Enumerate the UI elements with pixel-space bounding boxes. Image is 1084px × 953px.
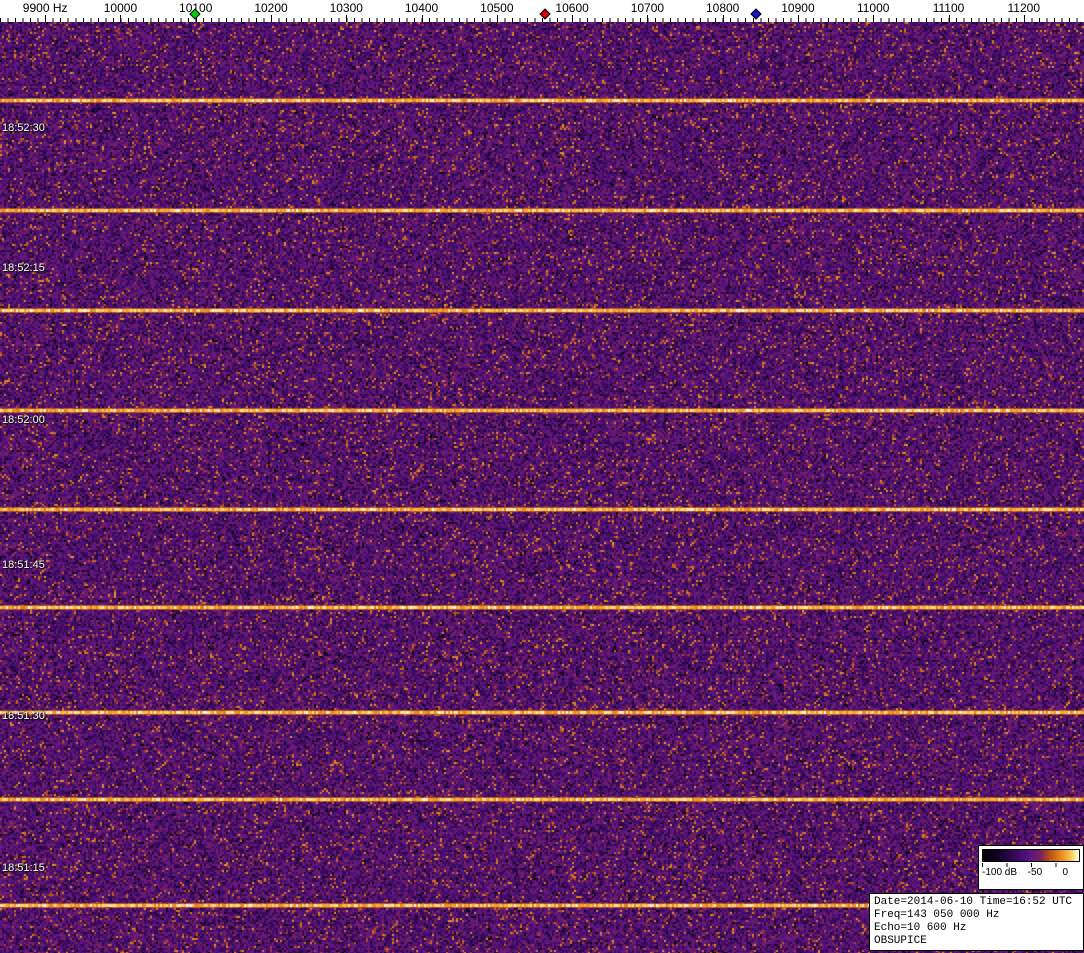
waterfall-display[interactable]: -100 dB -50 0 Date=2014-06-10 Time=16:52… <box>0 22 1084 953</box>
time-label: 18:51:15 <box>2 862 45 874</box>
time-label: 18:52:00 <box>2 414 45 426</box>
db-max-label: 0 <box>1062 867 1068 878</box>
freq-tick-label: 11100 <box>932 1 965 15</box>
freq-tick-label: 10500 <box>480 1 514 15</box>
freq-tick-label: 10600 <box>555 1 589 15</box>
db-color-scale: -100 dB -50 0 <box>978 845 1084 890</box>
spectrogram-window: 9900 Hz 10000 10100 10200 10300 10400 10500 106… <box>0 0 1084 953</box>
freq-tick-label: 10900 <box>781 1 815 15</box>
info-line-date: Date=2014-06-10 Time=16:52 UTC <box>874 896 1073 908</box>
time-label: 18:52:15 <box>2 262 45 274</box>
freq-major-tick <box>797 15 799 22</box>
info-box: Date=2014-06-10 Time=16:52 UTC Freq=143 … <box>869 893 1084 951</box>
freq-major-tick <box>1023 15 1025 22</box>
db-min-label: -100 dB <box>982 867 1018 878</box>
info-line-echo: Echo=10 600 Hz <box>874 922 967 934</box>
info-line-freq: Freq=143 050 000 Hz <box>874 909 1000 921</box>
freq-major-tick <box>572 15 574 22</box>
freq-major-tick <box>873 15 875 22</box>
db-mid-label: -50 <box>1027 867 1043 878</box>
freq-major-tick <box>271 15 272 22</box>
freq-major-tick <box>421 15 423 22</box>
freq-major-tick <box>722 15 724 22</box>
freq-major-tick <box>647 15 649 22</box>
freq-tick-label: 10400 <box>404 1 439 15</box>
freq-tick-label: 11000 <box>856 1 890 15</box>
freq-major-tick <box>346 15 348 22</box>
freq-tick-label: 10000 <box>103 1 138 15</box>
freq-tick-label: 10800 <box>705 1 740 15</box>
freq-major-tick <box>45 15 47 22</box>
freq-tick-label: 10200 <box>254 1 288 15</box>
waterfall-canvas[interactable] <box>0 22 1084 953</box>
freq-major-tick <box>496 15 498 22</box>
freq-tick-label: 9900 Hz <box>22 1 68 15</box>
time-label: 18:51:30 <box>2 710 45 722</box>
freq-tick-label: 10700 <box>630 1 665 15</box>
time-label: 18:51:45 <box>2 559 45 571</box>
freq-major-tick <box>948 15 950 22</box>
time-label: 18:52:30 <box>2 122 45 134</box>
color-scale-labels: -100 dB -50 0 <box>982 867 1080 881</box>
info-line-station: OBSUPICE <box>874 935 927 947</box>
freq-tick-label: 10300 <box>329 1 363 15</box>
frequency-ruler[interactable]: 9900 Hz 10000 10100 10200 10300 10400 10500 106… <box>0 0 1084 22</box>
ruler-minor-ticks <box>0 18 1084 22</box>
color-gradient-bar <box>982 849 1080 862</box>
freq-major-tick <box>120 15 122 22</box>
freq-tick-label: 11200 <box>1007 1 1041 15</box>
